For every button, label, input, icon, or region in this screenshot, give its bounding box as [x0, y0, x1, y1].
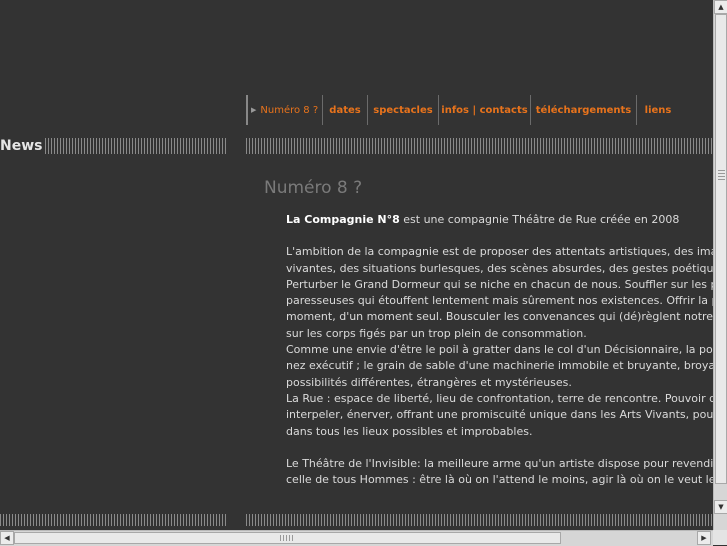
- nav-item-label: infos | contacts: [441, 104, 528, 116]
- nav-item-liens[interactable]: liens: [636, 95, 679, 125]
- nav-item-label: liens: [644, 104, 672, 116]
- text-line: interpeler, énerver, offrant une promisc…: [286, 408, 713, 422]
- scrollbar-corner: [713, 530, 727, 545]
- text-line: dans tous les lieux possibles et improba…: [286, 424, 533, 438]
- nav-item-label: dates: [329, 104, 361, 116]
- nav-item-numero8[interactable]: ▶ Numéro 8 ?: [246, 95, 322, 125]
- scroll-left-icon[interactable]: ◀: [0, 531, 14, 545]
- scroll-down-icon[interactable]: ▼: [714, 500, 727, 514]
- page-title: Numéro 8 ?: [264, 178, 363, 198]
- horizontal-scrollbar[interactable]: ◀ ▶: [0, 530, 713, 546]
- invisible-paragraph: Le Théâtre de l'Invisible: la meilleure …: [286, 456, 713, 487]
- nav-item-label: spectacles: [373, 104, 433, 116]
- nav-arrow-icon: ▶: [251, 106, 257, 114]
- nav-item-label: téléchargements: [535, 104, 632, 116]
- main-nav: ▶ Numéro 8 ? dates spectacles infos | co…: [246, 95, 679, 125]
- text-line: Le Théâtre de l'Invisible: la meilleure …: [286, 456, 713, 470]
- nav-item-spectacles[interactable]: spectacles: [367, 95, 438, 125]
- intro-text: est une compagnie Théâtre de Rue créée e…: [399, 213, 680, 226]
- company-name: La Compagnie N°8: [286, 213, 400, 226]
- nav-item-label: Numéro 8 ?: [260, 104, 319, 116]
- text-line: La Rue : espace de liberté, lieu de conf…: [286, 391, 713, 405]
- news-heading: News: [0, 137, 45, 155]
- sidebar-stripe-band-bottom: [0, 514, 227, 526]
- grip-icon: [280, 535, 294, 541]
- ambition-paragraph: L'ambition de la compagnie est de propos…: [286, 244, 713, 440]
- content-stripe-band-top: [246, 138, 713, 154]
- text-line: possibilités différentes, étrangères et …: [286, 375, 572, 389]
- text-line: nez exécutif ; le grain de sable d'une m…: [286, 359, 713, 373]
- nav-item-dates[interactable]: dates: [322, 95, 367, 125]
- horizontal-scroll-thumb[interactable]: [14, 532, 561, 544]
- text-line: sur les corps figés par un trop plein de…: [286, 326, 587, 340]
- text-line: L'ambition de la compagnie est de propos…: [286, 245, 713, 259]
- scroll-right-icon[interactable]: ▶: [697, 531, 711, 545]
- intro-paragraph: La Compagnie N°8 est une compagnie Théât…: [286, 212, 713, 228]
- content-text: La Compagnie N°8 est une compagnie Théât…: [286, 212, 713, 487]
- vertical-scrollbar[interactable]: ▲ ▼: [713, 0, 727, 530]
- text-line: Perturber le Grand Dormeur qui se niche …: [286, 277, 713, 291]
- text-line: Comme une envie d'être le poil à gratter…: [286, 343, 713, 357]
- text-line: celle de tous Hommes : être là où on l'a…: [286, 473, 713, 487]
- grip-icon: [718, 170, 725, 182]
- text-line: paresseuses qui étouffent lentement mais…: [286, 294, 713, 308]
- text-line: moment, d'un moment seul. Bousculer les …: [286, 310, 713, 324]
- scroll-up-icon[interactable]: ▲: [714, 0, 727, 14]
- content-stripe-band-bottom: [246, 514, 713, 526]
- text-line: vivantes, des situations burlesques, des…: [286, 261, 713, 275]
- vertical-scroll-thumb[interactable]: [715, 14, 727, 484]
- content-area: Numéro 8 ? La Compagnie N°8 est une comp…: [246, 165, 713, 487]
- nav-item-infos-contacts[interactable]: infos | contacts: [438, 95, 530, 125]
- nav-item-telechargements[interactable]: téléchargements: [530, 95, 636, 125]
